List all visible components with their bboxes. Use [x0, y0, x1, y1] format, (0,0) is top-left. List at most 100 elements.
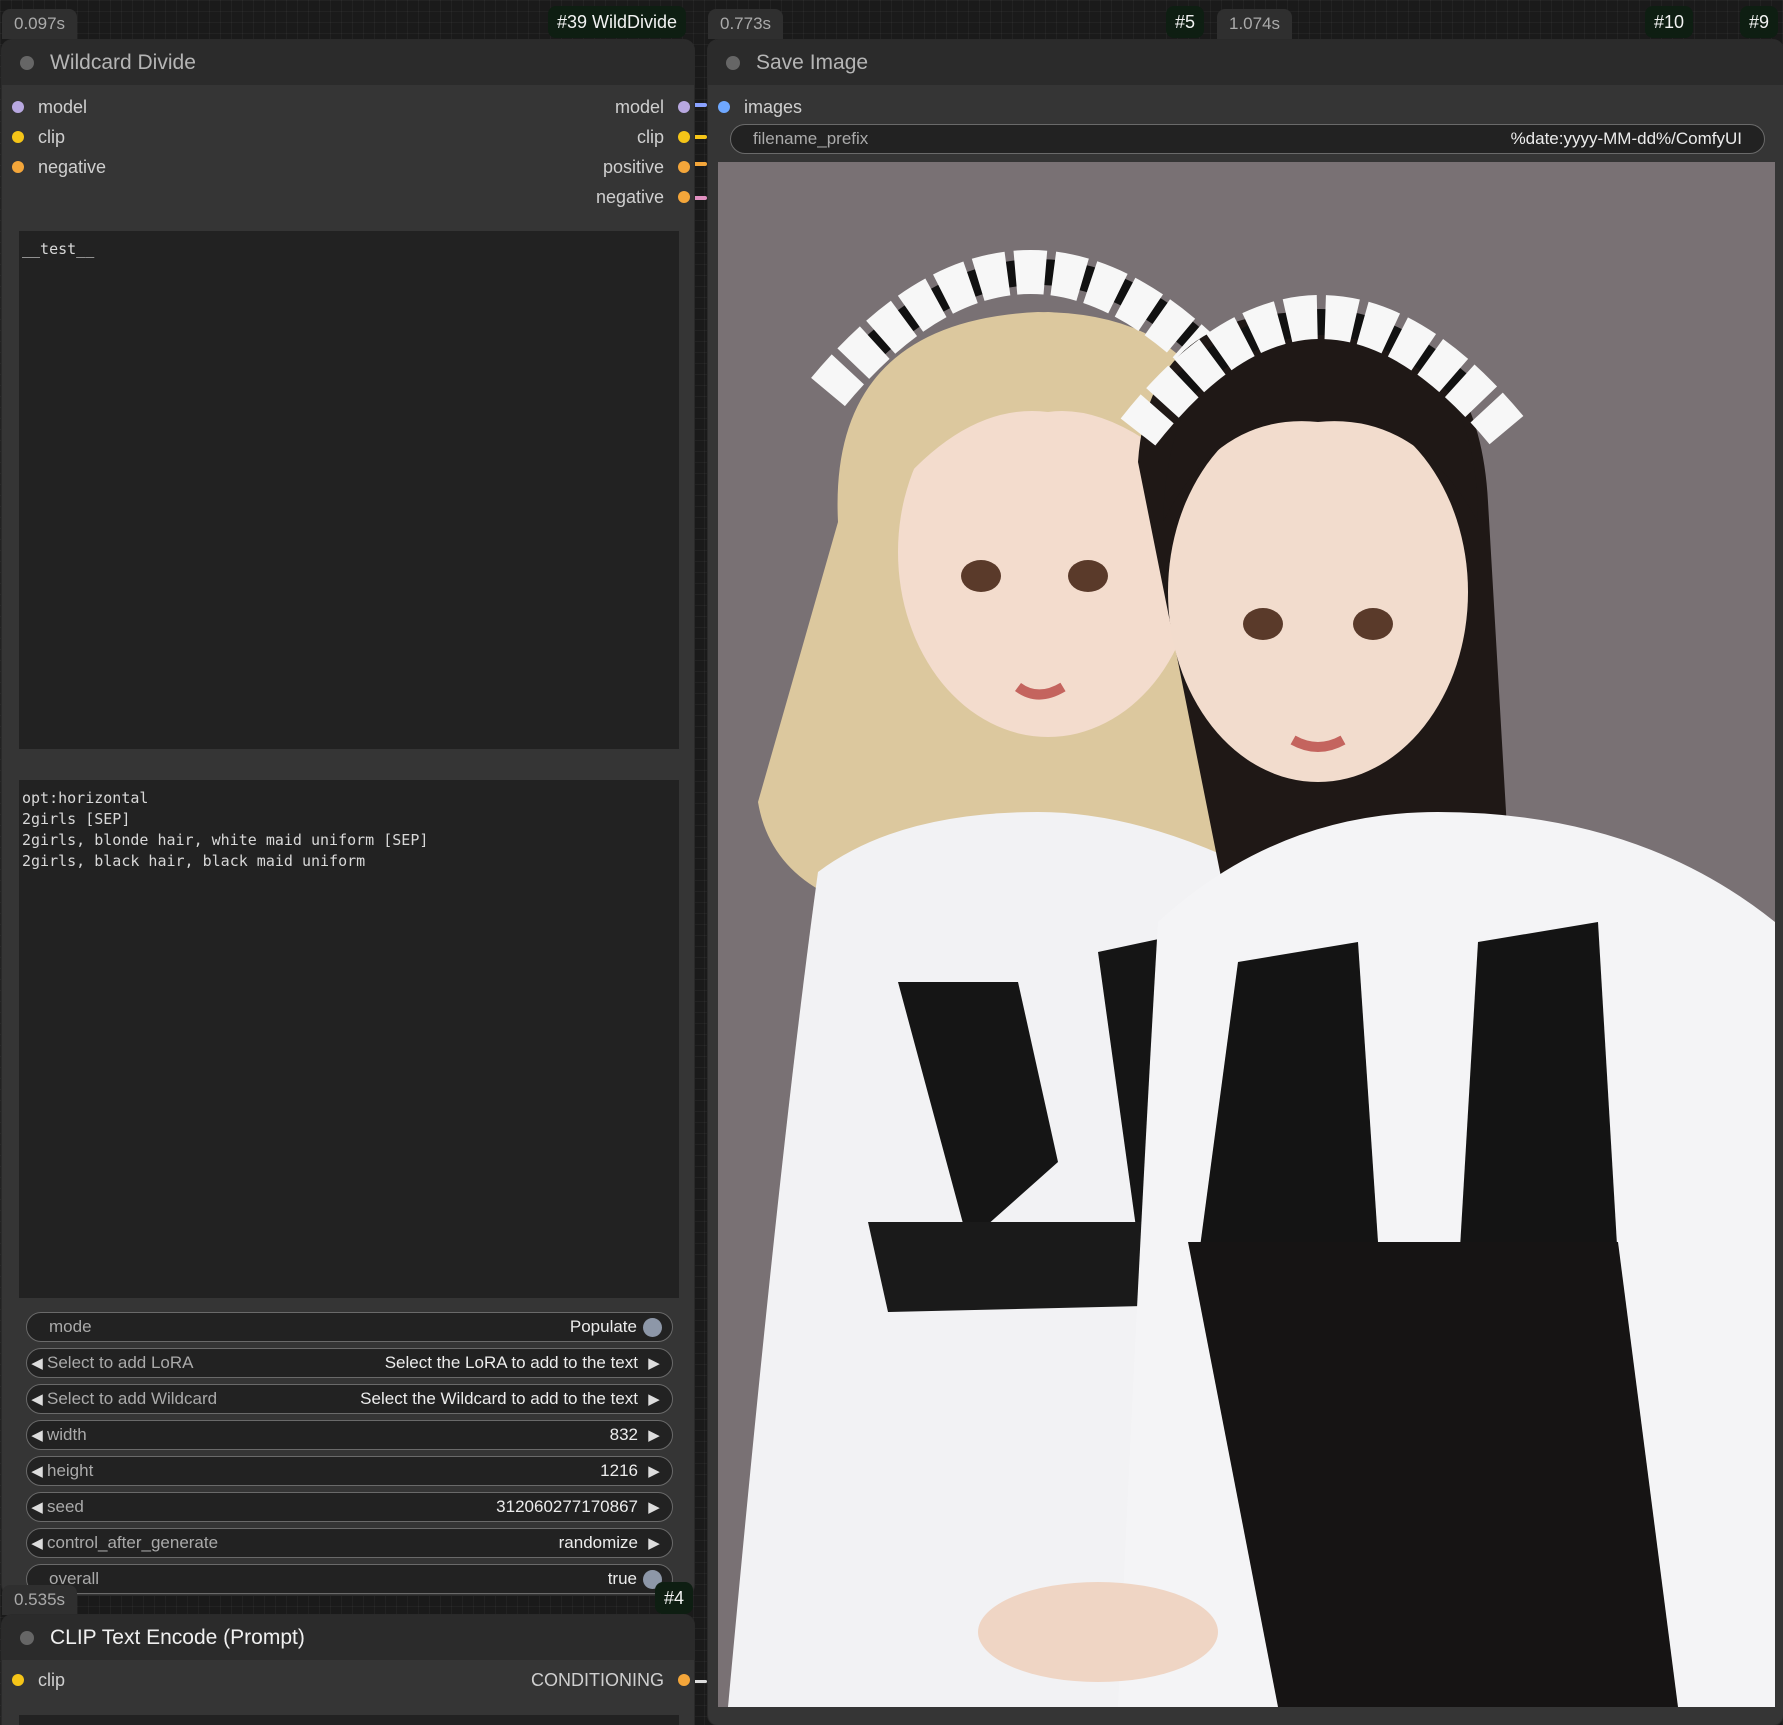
right-arrow-icon[interactable]: ▶: [644, 1534, 664, 1552]
collapse-dot-icon[interactable]: [20, 55, 34, 70]
collapse-dot-icon[interactable]: [726, 55, 740, 70]
wildcard-divide-title: Wildcard Divide: [50, 50, 196, 74]
mode-toggle[interactable]: mode Populate: [26, 1312, 673, 1342]
save-image-id-tag: #5: [1166, 6, 1205, 38]
save-image-input-images[interactable]: images: [718, 95, 802, 119]
model-socket-icon[interactable]: [12, 101, 24, 113]
output-model[interactable]: model: [615, 95, 690, 119]
clip-encode-node[interactable]: CLIP Text Encode (Prompt) clip CONDITION…: [2, 1615, 694, 1725]
control-after-generate-combo[interactable]: ◀ control_after_generate randomize ▶: [26, 1528, 673, 1558]
overall-toggle[interactable]: overall true: [26, 1564, 673, 1594]
wildcard-combo[interactable]: ◀ Select to add Wildcard Select the Wild…: [26, 1384, 673, 1414]
conditioning-socket-icon[interactable]: [678, 191, 690, 203]
control-label: control_after_generate: [47, 1533, 219, 1552]
node9-id-tag: #9: [1740, 6, 1779, 38]
height-value: 1216: [600, 1461, 638, 1480]
image-preview[interactable]: [718, 162, 1775, 1707]
output-negative[interactable]: negative: [596, 185, 690, 209]
clip-socket-icon[interactable]: [12, 1674, 24, 1686]
lora-combo[interactable]: ◀ Select to add LoRA Select the LoRA to …: [26, 1348, 673, 1378]
wildcard-divide-header[interactable]: Wildcard Divide: [2, 40, 694, 85]
left-arrow-icon[interactable]: ◀: [27, 1462, 47, 1480]
clip-encode-timing: 0.535s: [2, 1585, 78, 1615]
height-label: height: [47, 1461, 94, 1480]
conditioning-wire: [693, 1680, 707, 1683]
input-negative-label: negative: [38, 156, 107, 177]
node10-timing: 1.074s: [1217, 9, 1293, 39]
seed-value: 312060277170867: [496, 1497, 638, 1516]
lora-value: Select the LoRA to add to the text: [384, 1353, 638, 1372]
positive-wire: [693, 162, 707, 166]
mode-value: Populate: [569, 1317, 637, 1336]
populated-text-input[interactable]: opt:horizontal 2girls [SEP] 2girls, blon…: [19, 780, 679, 1298]
negative-wire: [693, 196, 707, 200]
left-arrow-icon[interactable]: ◀: [27, 1534, 47, 1552]
filename-prefix-input[interactable]: filename_prefix %date:yyyy-MM-dd%/ComfyU…: [730, 124, 1765, 154]
width-stepper[interactable]: ◀ width 832 ▶: [26, 1420, 673, 1450]
save-image-node[interactable]: Save Image images filename_prefix %date:…: [708, 40, 1783, 1725]
input-model-label: model: [38, 96, 88, 117]
output-negative-label: negative: [595, 186, 664, 207]
model-socket-icon[interactable]: [678, 101, 690, 113]
clip-socket-icon[interactable]: [12, 131, 24, 143]
left-arrow-icon[interactable]: ◀: [27, 1498, 47, 1516]
filename-prefix-value: %date:yyyy-MM-dd%/ComfyUI: [1510, 129, 1742, 148]
model-wire: [693, 103, 707, 107]
left-arrow-icon[interactable]: ◀: [27, 1354, 47, 1372]
overall-value: true: [607, 1569, 637, 1588]
conditioning-socket-icon[interactable]: [678, 1674, 690, 1686]
input-clip[interactable]: clip: [12, 125, 65, 149]
conditioning-socket-icon[interactable]: [12, 161, 24, 173]
clip-encode-input-clip[interactable]: clip: [12, 1668, 65, 1692]
left-arrow-icon[interactable]: ◀: [27, 1390, 47, 1408]
left-arrow-icon[interactable]: ◀: [27, 1426, 47, 1444]
right-arrow-icon[interactable]: ▶: [644, 1390, 664, 1408]
input-model[interactable]: model: [12, 95, 87, 119]
wildcard-label: Select to add Wildcard: [47, 1389, 218, 1408]
control-value: randomize: [558, 1533, 638, 1552]
seed-label: seed: [47, 1497, 84, 1516]
clip-wire: [693, 135, 707, 139]
wildcard-divide-id-tag: #39 WildDivide: [548, 6, 687, 38]
height-stepper[interactable]: ◀ height 1216 ▶: [26, 1456, 673, 1486]
clip-encode-output-conditioning[interactable]: CONDITIONING: [531, 1668, 690, 1692]
clip-encode-header[interactable]: CLIP Text Encode (Prompt): [2, 1615, 694, 1660]
clip-encode-id-tag: #4: [655, 1582, 694, 1614]
clip-encode-output-label: CONDITIONING: [531, 1669, 664, 1690]
filename-prefix-label: filename_prefix: [753, 129, 869, 148]
node10-id-tag: #10: [1645, 6, 1694, 38]
save-image-header[interactable]: Save Image: [708, 40, 1783, 85]
conditioning-socket-icon[interactable]: [678, 161, 690, 173]
save-image-title: Save Image: [756, 50, 869, 74]
collapse-dot-icon[interactable]: [20, 1630, 34, 1645]
save-image-input-label: images: [744, 96, 803, 117]
wildcard-divide-node[interactable]: Wildcard Divide model clip negative mode…: [2, 40, 694, 1595]
right-arrow-icon[interactable]: ▶: [644, 1462, 664, 1480]
right-arrow-icon[interactable]: ▶: [644, 1498, 664, 1516]
hands: [978, 1582, 1218, 1682]
overall-label: overall: [49, 1569, 100, 1588]
output-model-label: model: [614, 96, 664, 117]
input-clip-label: clip: [38, 126, 66, 147]
clip-encode-text-input[interactable]: [19, 1715, 679, 1725]
image-preview-canvas: [718, 162, 1775, 1707]
right-arrow-icon[interactable]: ▶: [644, 1426, 664, 1444]
wildcard-value: Select the Wildcard to add to the text: [360, 1389, 638, 1408]
image-socket-icon[interactable]: [718, 101, 730, 113]
save-image-timing: 0.773s: [708, 9, 784, 39]
right-arrow-icon[interactable]: ▶: [644, 1354, 664, 1372]
lora-label: Select to add LoRA: [47, 1353, 194, 1372]
toggle-knob-icon[interactable]: [643, 1317, 662, 1337]
clip-socket-icon[interactable]: [678, 131, 690, 143]
seed-stepper[interactable]: ◀ seed 312060277170867 ▶: [26, 1492, 673, 1522]
wildcard-text-input[interactable]: __test__: [19, 231, 679, 749]
width-label: width: [47, 1425, 87, 1444]
output-positive-label: positive: [602, 156, 664, 177]
wildcard-divide-timing: 0.097s: [2, 9, 78, 39]
output-clip-label: clip: [636, 126, 664, 147]
output-clip[interactable]: clip: [637, 125, 690, 149]
output-positive[interactable]: positive: [603, 155, 690, 179]
input-negative[interactable]: negative: [12, 155, 106, 179]
mode-label: mode: [49, 1317, 92, 1336]
width-value: 832: [609, 1425, 638, 1444]
